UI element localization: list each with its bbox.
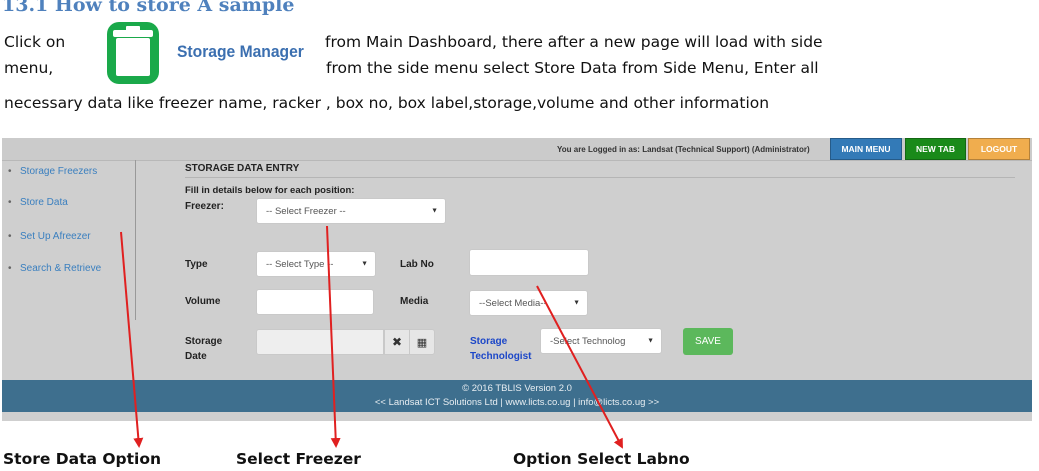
freezer-select[interactable]: -- Select Freezer -- ▼ — [256, 198, 446, 224]
chevron-down-icon: ▼ — [431, 207, 438, 215]
callout-store-data: Store Data Option — [3, 450, 162, 468]
instruction-line1-start: Click on — [4, 33, 66, 51]
storage-manager-badge: Storage Manager — [103, 20, 313, 86]
sidebar-item-set-up-afreezer[interactable]: Set Up Afreezer — [8, 231, 91, 242]
media-select[interactable]: --Select Media-- ▼ — [469, 290, 588, 316]
storage-manager-label: Storage Manager — [177, 42, 304, 61]
side-menu: Storage Freezers Store Data Set Up Afree… — [2, 160, 136, 320]
volume-input[interactable] — [256, 289, 374, 315]
top-bar: You are Logged in as: Landsat (Technical… — [2, 138, 1032, 161]
callout-select-labno: Option Select Labno — [513, 450, 690, 468]
logged-in-text: You are Logged in as: Landsat (Technical… — [557, 145, 810, 154]
storage-date-input[interactable] — [256, 329, 384, 355]
type-select-value: -- Select Type -- — [266, 258, 334, 270]
technologist-select-value: -Select Technolog — [550, 335, 626, 347]
technologist-select[interactable]: -Select Technolog ▼ — [540, 328, 662, 354]
media-select-value: --Select Media-- — [479, 297, 547, 309]
form-divider — [185, 177, 1015, 178]
storage-technologist-label: Storage Technologist — [470, 336, 532, 362]
volume-label: Volume — [185, 296, 221, 307]
instruction-line3: necessary data like freezer name, racker… — [4, 94, 770, 112]
media-label: Media — [400, 296, 429, 307]
type-select[interactable]: -- Select Type -- ▼ — [256, 251, 376, 277]
freezer-select-value: -- Select Freezer -- — [266, 205, 346, 217]
lab-no-label: Lab No — [400, 259, 434, 270]
chevron-down-icon: ▼ — [361, 260, 368, 268]
form-title: STORAGE DATA ENTRY — [185, 163, 300, 174]
sidebar-item-storage-freezers[interactable]: Storage Freezers — [8, 166, 97, 177]
sidebar-item-store-data[interactable]: Store Data — [8, 197, 68, 208]
freezer-label: Freezer: — [185, 201, 224, 212]
instruction-line2-start: menu, — [4, 59, 54, 77]
footer-links: << Landsat ICT Solutions Ltd | www.licts… — [374, 397, 660, 408]
new-tab-button[interactable]: NEW TAB — [905, 138, 966, 160]
clear-icon[interactable]: ✖ — [384, 329, 410, 355]
section-heading: 13.1 How to store A sample — [2, 0, 295, 16]
lab-no-input[interactable] — [469, 249, 589, 276]
chevron-down-icon: ▼ — [573, 299, 580, 307]
save-button[interactable]: SAVE — [683, 328, 733, 355]
storage-date-label: Storage Date — [185, 336, 223, 362]
footer-copyright: © 2016 TBLIS Version 2.0 — [462, 383, 572, 394]
instruction-line1-end: from Main Dashboard, there after a new p… — [325, 33, 823, 51]
footer: © 2016 TBLIS Version 2.0 << Landsat ICT … — [2, 380, 1032, 412]
chevron-down-icon: ▼ — [647, 337, 654, 345]
form-instruction: Fill in details below for each position: — [185, 185, 355, 196]
storage-box-icon — [107, 22, 159, 84]
sidebar-item-search-retrieve[interactable]: Search & Retrieve — [8, 263, 101, 274]
app-screenshot: You are Logged in as: Landsat (Technical… — [2, 138, 1032, 421]
callout-select-freezer: Select Freezer — [236, 450, 361, 468]
logout-button[interactable]: LOGOUT — [968, 138, 1030, 160]
calendar-icon[interactable]: ▦ — [409, 329, 435, 355]
main-menu-button[interactable]: MAIN MENU — [830, 138, 902, 160]
type-label: Type — [185, 259, 208, 270]
instruction-line2-end: from the side menu select Store Data fro… — [326, 59, 819, 77]
